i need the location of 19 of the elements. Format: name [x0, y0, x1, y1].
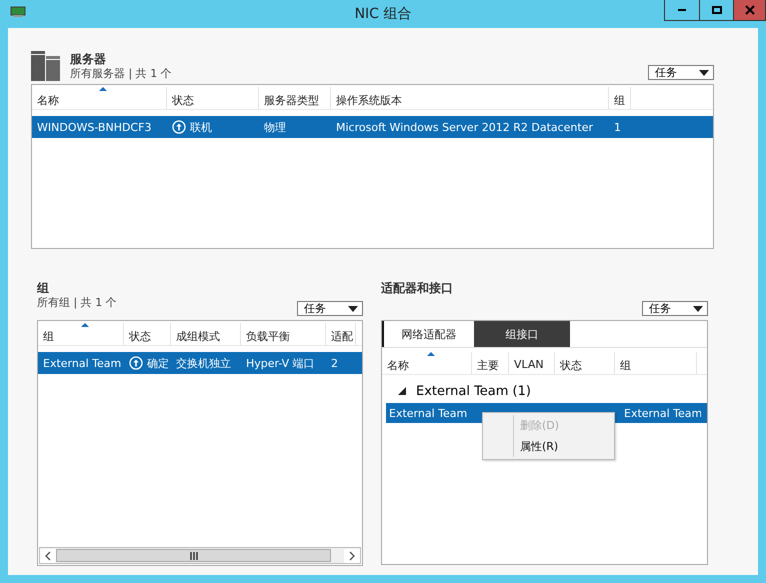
- section-title: 服务器: [70, 52, 107, 67]
- window-title: NIC 组合: [354, 5, 412, 23]
- table-cell: 交换机独立: [176, 356, 231, 370]
- table-cell: 1: [614, 120, 621, 134]
- section-subtitle: 所有服务器 | 共 1 个: [70, 67, 173, 81]
- table-cell: WINDOWS-BNHDCF3: [37, 120, 152, 134]
- table-cell: 联机: [190, 120, 212, 134]
- table-cell: 确定: [147, 356, 169, 370]
- section-subtitle: 所有组 | 共 1 个: [37, 296, 118, 310]
- table-cell: 2: [331, 356, 338, 370]
- section-title: 组: [37, 281, 50, 296]
- group-label: External Team (1): [416, 384, 531, 398]
- section-title: 适配器和接口: [381, 281, 454, 296]
- table-cell: Microsoft Windows Server 2012 R2 Datacenter: [336, 120, 594, 134]
- table-cell: External Team: [389, 406, 468, 420]
- table-cell: External Team: [624, 406, 701, 420]
- table-cell: External Team: [43, 356, 122, 370]
- table-cell: Hyper-V 端口: [246, 356, 315, 370]
- table-cell: 物理: [264, 120, 286, 134]
